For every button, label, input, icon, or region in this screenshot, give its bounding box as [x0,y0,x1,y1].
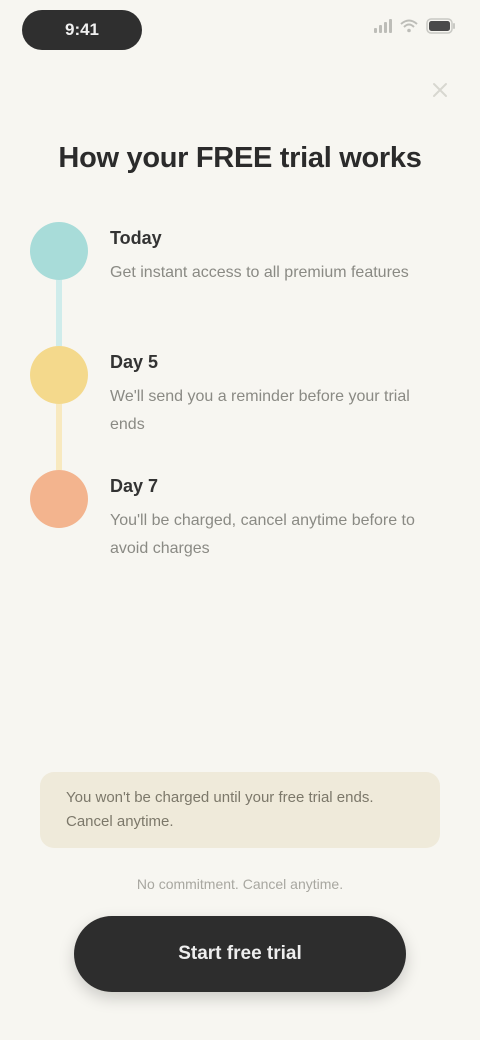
timeline-step-title: Day 5 [110,352,159,372]
status-time: 9:41 [22,10,142,50]
close-icon [433,83,447,97]
timeline-dot [30,222,88,280]
battery-icon [426,18,456,34]
status-icons [374,18,456,34]
status-bar: 9:41 [0,0,480,64]
timeline-dot [30,346,88,404]
timeline-connector [56,280,62,346]
close-button[interactable] [426,76,454,104]
timeline-step-description: Get instant access to all premium featur… [110,264,409,281]
timeline-step-title: Day 7 [110,476,159,496]
timeline-step-day7: Day 7 You'll be charged, cancel anytime … [30,470,450,594]
wifi-icon [400,19,418,33]
timeline-step-description: You'll be charged, cancel anytime before… [110,512,415,557]
timeline-dot [30,470,88,528]
timeline-step-today: Today Get instant access to all premium … [30,222,450,346]
trial-screen: 9:41 How your FREE trial works Today Get… [0,0,480,1040]
trial-timeline: Today Get instant access to all premium … [30,222,450,594]
footnote: No commitment. Cancel anytime. [136,876,344,892]
signal-icon [374,19,392,33]
trial-note: You won't be charged until your free tri… [40,772,440,848]
timeline-step-day5: Day 5 We'll send you a reminder before y… [30,346,450,470]
timeline-step-description: We'll send you a reminder before your tr… [110,388,410,433]
start-trial-button[interactable]: Start free trial [74,916,406,992]
timeline-connector [56,404,62,470]
timeline-step-title: Today [110,228,162,248]
page-title: How your FREE trial works [58,142,422,174]
